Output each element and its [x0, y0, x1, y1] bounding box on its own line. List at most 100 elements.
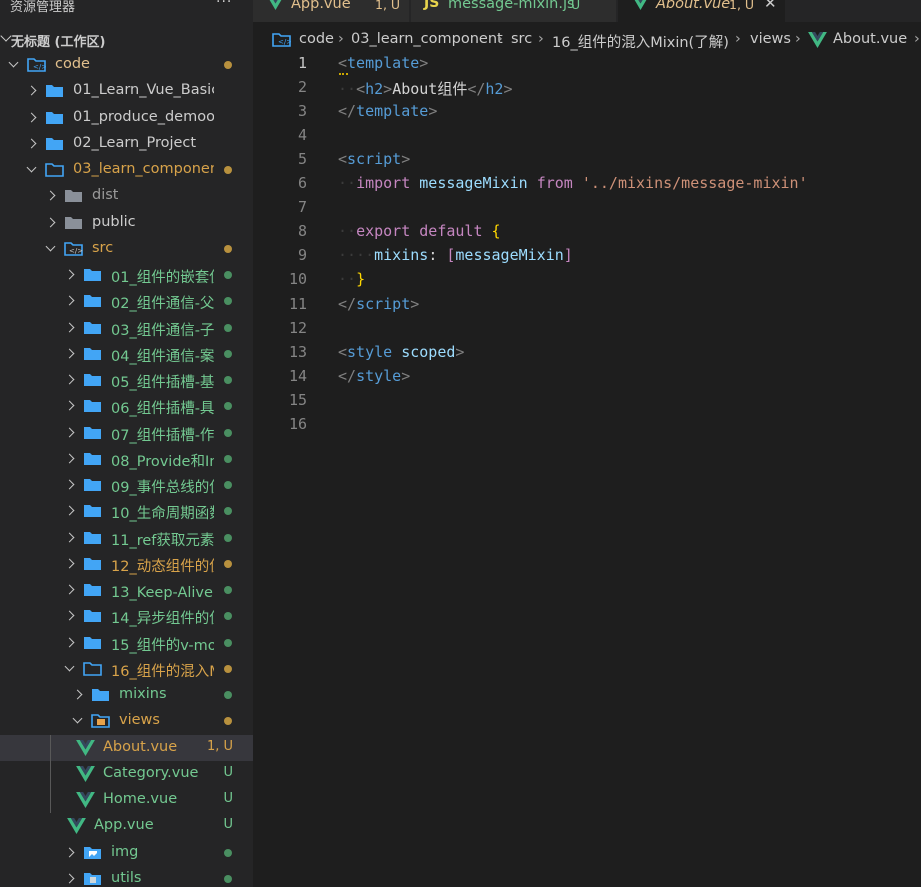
chevron-right-icon[interactable]: [64, 269, 75, 280]
breadcrumb-item[interactable]: code: [299, 31, 334, 47]
tree-item[interactable]: 16_组件的混入M...: [0, 656, 253, 682]
tree-item[interactable]: views: [0, 708, 253, 734]
tree-item[interactable]: 03_learn_component: [0, 157, 253, 183]
tree-item[interactable]: 02_组件通信-父...: [0, 288, 253, 314]
chevron-right-icon[interactable]: [64, 610, 75, 621]
chevron-down-icon[interactable]: [26, 162, 37, 173]
tree-item[interactable]: utils: [0, 866, 253, 887]
tree-item[interactable]: 14_异步组件的使...: [0, 603, 253, 629]
chevron-right-icon[interactable]: [45, 217, 56, 227]
tree-item-label: src: [92, 239, 114, 256]
tree-item[interactable]: 07_组件插槽-作...: [0, 420, 253, 446]
code-token: About组件: [392, 80, 468, 99]
tree-item[interactable]: 11_ref获取元素...: [0, 525, 253, 551]
chevron-right-icon[interactable]: [26, 138, 37, 149]
chevron-right-icon[interactable]: [45, 190, 56, 201]
code-line[interactable]: <style scoped>: [338, 343, 464, 361]
code-token: messageMixin: [419, 174, 528, 193]
chevron-right-icon[interactable]: [64, 295, 75, 306]
line-number: 16: [288, 414, 307, 433]
code-line[interactable]: ····mixins: [messageMixin]: [338, 246, 573, 264]
tree-item[interactable]: About.vue 1, U: [0, 734, 253, 761]
code-line[interactable]: ··}: [338, 270, 365, 288]
tree-item[interactable]: dist: [0, 183, 253, 209]
tree-item[interactable]: Home.vue U: [0, 787, 253, 813]
tree-item[interactable]: public: [0, 210, 253, 236]
code-token: h2: [485, 80, 504, 99]
chevron-right-icon[interactable]: [64, 532, 75, 542]
chevron-right-icon[interactable]: [64, 453, 75, 464]
code-editor[interactable]: 1 <template> 2 ··<h2>About组件</h2> 3 </templat…: [253, 52, 921, 887]
code-token: '../mixins/message-mixin': [581, 174, 808, 193]
editor-tab[interactable]: About.vue 1, U ✕: [618, 0, 786, 22]
tree-item[interactable]: </> code: [0, 52, 253, 78]
editor-tab[interactable]: JS message-mixin.js U: [411, 0, 617, 22]
code-line[interactable]: </script>: [338, 295, 419, 313]
git-status-dot: [224, 349, 232, 358]
tree-item[interactable]: 06_组件插槽-具...: [0, 393, 253, 419]
chevron-right-icon[interactable]: [64, 505, 75, 516]
chevron-right-icon[interactable]: [64, 873, 75, 884]
code-line[interactable]: <template>: [338, 54, 428, 72]
tree-item[interactable]: 05_组件插槽-基...: [0, 367, 253, 393]
code-line[interactable]: </template>: [338, 102, 437, 120]
folder-icon: [83, 346, 102, 361]
code-line[interactable]: <script>: [338, 150, 410, 168]
chevron-right-icon[interactable]: [64, 322, 75, 332]
tree-item[interactable]: 13_Keep-Alive的...: [0, 577, 253, 603]
editor-tab[interactable]: App.vue 1, U: [253, 0, 410, 22]
line-number: 5: [297, 150, 307, 169]
tree-item[interactable]: Category.vue U: [0, 761, 253, 787]
close-icon[interactable]: ✕: [764, 0, 777, 12]
tree-item[interactable]: App.vue U: [0, 813, 253, 839]
chevron-right-icon[interactable]: [64, 374, 75, 385]
chevron-right-icon[interactable]: [72, 689, 83, 700]
chevron-down-icon[interactable]: [8, 57, 19, 68]
breadcrumb-item[interactable]: src: [511, 31, 532, 47]
code-line[interactable]: ··import messageMixin from '../mixins/me…: [338, 174, 808, 192]
chevron-down-icon[interactable]: [72, 713, 83, 724]
breadcrumb-item[interactable]: views: [750, 31, 791, 47]
tree-item[interactable]: 15_组件的v-mod...: [0, 630, 253, 656]
tree-item[interactable]: 01_组件的嵌套使...: [0, 262, 253, 288]
tree-item[interactable]: img: [0, 840, 253, 866]
breadcrumb-item[interactable]: About.vue: [833, 31, 907, 47]
chevron-right-icon[interactable]: [64, 400, 75, 411]
chevron-right-icon[interactable]: [64, 847, 75, 857]
chevron-right-icon[interactable]: [26, 85, 37, 96]
tree-item[interactable]: 08_Provide和Inje...: [0, 446, 253, 472]
tree-item[interactable]: 09_事件总线的使...: [0, 472, 253, 498]
tree-item-label: App.vue: [94, 817, 154, 834]
tree-item[interactable]: mixins: [0, 682, 253, 708]
tree-item[interactable]: 02_Learn_Project: [0, 131, 253, 157]
breadcrumb-item[interactable]: 16_组件的混入Mixin(了解): [552, 31, 729, 52]
code-line[interactable]: ··<h2>About组件</h2>: [338, 78, 513, 99]
tree-item-label: mixins: [119, 686, 167, 702]
chevron-right-icon[interactable]: [64, 637, 75, 647]
tree-item[interactable]: 01_Learn_Vue_Basic: [0, 78, 253, 104]
tree-item[interactable]: 01_produce_demoo: [0, 105, 253, 131]
code-line[interactable]: ··export default {: [338, 222, 501, 240]
git-status-dot: [224, 717, 232, 726]
more-actions-icon[interactable]: ···: [216, 0, 232, 10]
chevron-right-icon[interactable]: [64, 348, 75, 359]
chevron-right-icon[interactable]: [64, 479, 75, 490]
tree-item[interactable]: 10_生命周期函数...: [0, 498, 253, 524]
chevron-right-icon[interactable]: [64, 558, 75, 569]
chevron-down-icon[interactable]: [64, 661, 75, 672]
tree-item[interactable]: </> src: [0, 236, 253, 262]
tree-item[interactable]: 04_组件通信-案...: [0, 341, 253, 367]
folder-icon: [83, 425, 102, 440]
chevron-down-icon[interactable]: [45, 241, 56, 252]
chevron-right-icon[interactable]: [64, 427, 75, 437]
code-token: scoped: [401, 342, 456, 361]
code-line[interactable]: </style>: [338, 367, 410, 385]
breadcrumb-item[interactable]: 03_learn_component: [351, 31, 503, 47]
tree-item-label: 02_Learn_Project: [73, 134, 197, 151]
workspace-section[interactable]: 无标题 (工作区): [0, 29, 253, 51]
chevron-right-icon[interactable]: [26, 112, 37, 122]
tree-item[interactable]: 12_动态组件的使...: [0, 551, 253, 577]
line-number: 2: [297, 78, 307, 97]
chevron-right-icon[interactable]: [64, 584, 75, 595]
tree-item[interactable]: 03_组件通信-子...: [0, 315, 253, 341]
